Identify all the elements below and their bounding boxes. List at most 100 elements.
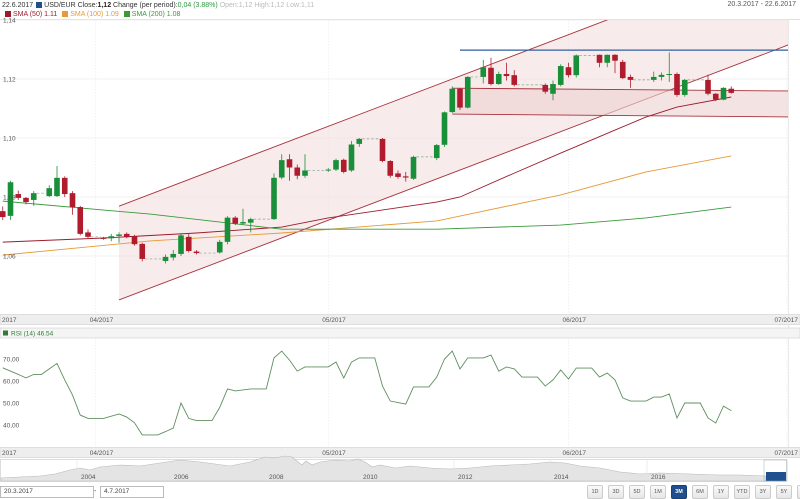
navigator-year-label: 2006 [174, 474, 189, 481]
range-button-3d[interactable]: 3D [608, 485, 624, 499]
y-tick-label: 1,12 [3, 77, 16, 84]
candle-down [23, 197, 29, 203]
candle-up [333, 160, 339, 170]
candle-up [480, 67, 487, 77]
rsi-tick-label: 50,00 [3, 401, 20, 408]
outer-channel-fill [119, 20, 788, 300]
candle-down [712, 93, 719, 100]
x-tick-label: 05/2017 [322, 317, 346, 324]
candle-up [178, 235, 184, 254]
y-tick-label: 1,06 [3, 254, 16, 261]
candle-up [325, 169, 332, 171]
candle-up [356, 138, 363, 144]
candle-down [705, 79, 711, 94]
candle-down [15, 194, 22, 198]
range-button-3m[interactable]: 3M [671, 485, 687, 499]
candle-up [681, 79, 688, 95]
candle-down [612, 54, 618, 61]
candle-down [565, 67, 572, 76]
candle-up [449, 88, 456, 113]
navigator-selection[interactable] [766, 472, 786, 481]
candle-down [503, 73, 510, 77]
from-date-input[interactable]: 20.3.2017 [0, 486, 94, 498]
navigator[interactable]: 2004 2006 2008 2010 2012 2014 2016 [0, 455, 788, 482]
y-tick-label: 1,14 [3, 18, 16, 25]
navigator-year-label: 2010 [363, 474, 378, 481]
candle-down [232, 217, 239, 224]
navigator-year-label: 2016 [651, 474, 666, 481]
candle-up [224, 217, 231, 242]
range-button-ytd[interactable]: YTD [734, 485, 750, 499]
candle-up [433, 145, 440, 159]
candle-down [619, 61, 626, 79]
candle-up [573, 55, 580, 76]
candle-down [596, 54, 603, 63]
candle-up [464, 76, 471, 108]
rsi-tick-label: 70,00 [3, 357, 20, 364]
candle-down [402, 176, 409, 178]
to-date-input[interactable]: 4.7.2017 [100, 486, 164, 498]
navigator-year-label: 2004 [81, 474, 96, 481]
range-button-1d[interactable]: 1D [587, 485, 603, 499]
candle-up [116, 234, 122, 236]
candle-down [131, 236, 138, 245]
candle-up [162, 256, 169, 262]
x-tick-label: 05/2017 [322, 450, 346, 457]
candle-down [61, 177, 68, 195]
x-tick-label: 07/2017 [775, 317, 799, 324]
candle-up [441, 112, 448, 145]
candle-down [0, 211, 6, 218]
candle-up [240, 222, 246, 224]
x-tick-label: 2017 [2, 450, 17, 457]
candle-down [100, 237, 107, 239]
candle-up [658, 74, 665, 77]
candle-up [302, 170, 308, 176]
candle-down [387, 161, 394, 176]
range-button-1m[interactable]: 1M [650, 485, 666, 499]
x-tick-label: 06/2017 [563, 450, 587, 457]
x-axis-bar [0, 314, 800, 325]
x-tick-label: 2017 [2, 317, 17, 324]
candle-up [348, 144, 355, 171]
candle-down [69, 193, 76, 208]
inner-channel-fill [452, 88, 788, 117]
y-tick-label: 1,08 [3, 195, 16, 202]
range-buttons: 1D3D5D1M3M6M1YYTD3Y5YMax [587, 485, 800, 499]
rsi-line-path [2, 350, 732, 436]
candle-down [674, 73, 680, 95]
range-button-1y[interactable]: 1Y [713, 485, 729, 499]
candle-up [495, 73, 502, 85]
rsi-label: RSI (14) 46.54 [11, 331, 54, 338]
navigator-year-label: 2012 [458, 474, 473, 481]
candle-down [542, 84, 549, 92]
candle-down [139, 243, 146, 259]
range-button-5y[interactable]: 5Y [776, 485, 792, 499]
candle-up [410, 156, 417, 179]
candle-down [627, 76, 634, 80]
rsi-grid: 70,00 60,00 50,00 40,00 [3, 357, 20, 430]
x-axis-bar-lower [0, 447, 800, 458]
candle-up [216, 241, 223, 253]
price-chart[interactable]: 1,14 1,12 1,10 1,08 1,06 2017 04/2017 05/2017 0… [0, 0, 800, 499]
candle-up [247, 219, 254, 223]
candle-up [46, 188, 53, 197]
candle-down [379, 138, 386, 162]
candle-down [340, 159, 347, 172]
y-tick-label: 1,10 [3, 136, 16, 143]
range-button-5d[interactable]: 5D [629, 485, 645, 499]
x-tick-label: 04/2017 [90, 317, 114, 324]
rsi-header-bar [0, 327, 800, 339]
candle-up [720, 87, 727, 100]
x-tick-label: 07/2017 [775, 450, 799, 457]
trend-drawings [118, 20, 788, 301]
rsi-line [2, 350, 732, 436]
candle-up [557, 66, 564, 85]
x-tick-label: 04/2017 [90, 450, 114, 457]
range-button-6m[interactable]: 6M [692, 485, 708, 499]
candle-up [650, 76, 657, 80]
range-button-3y[interactable]: 3Y [755, 485, 771, 499]
candle-down [286, 159, 293, 168]
rsi-swatch [3, 330, 8, 336]
candle-up [271, 177, 277, 220]
candle-down [488, 67, 494, 85]
